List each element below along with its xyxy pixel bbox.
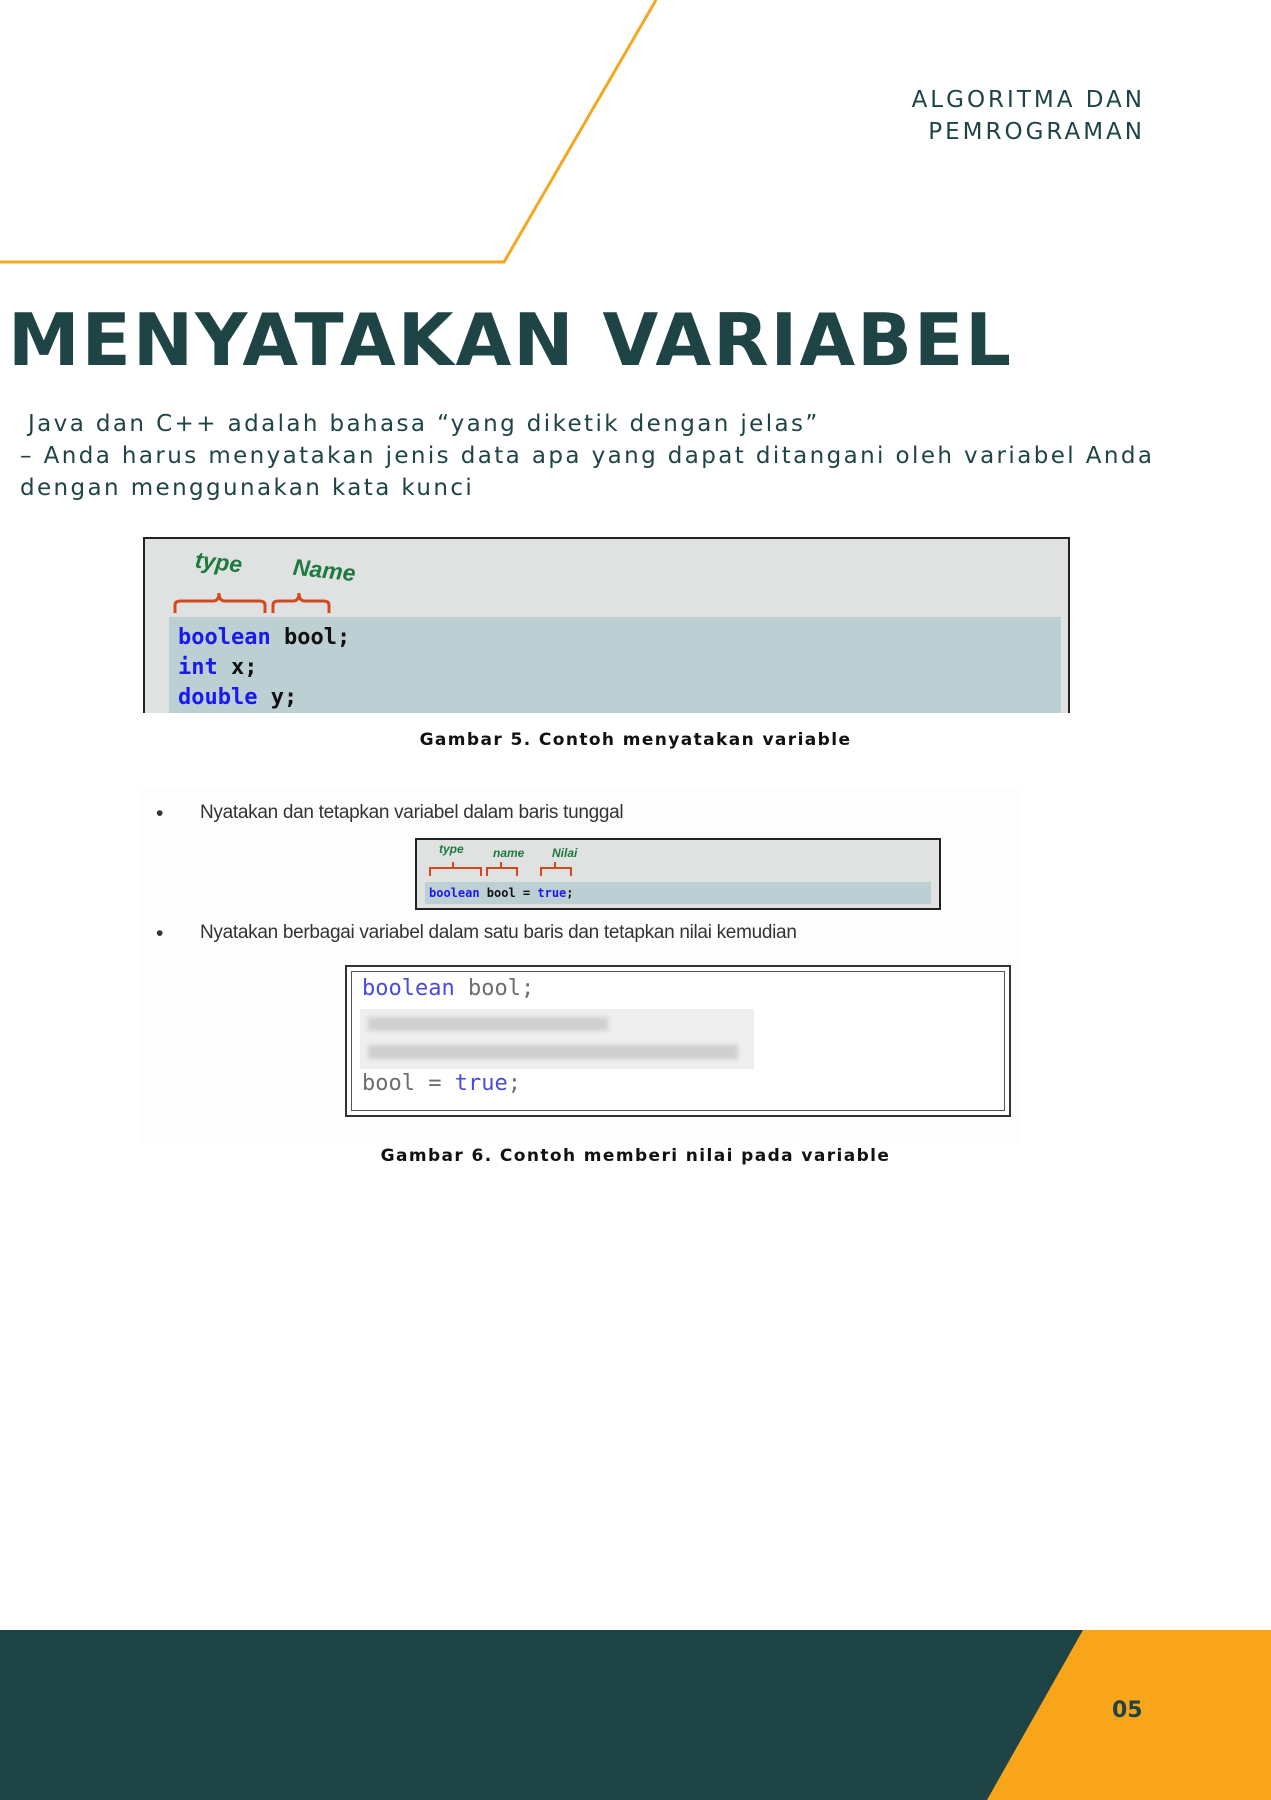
header-line-1: ALGORITMA DAN <box>911 87 1145 113</box>
code-start: bool = <box>362 1071 455 1096</box>
figure-5-caption: Gambar 5. Contoh menyatakan variable <box>419 730 852 750</box>
header-line-2: PEMROGRAMAN <box>928 119 1145 145</box>
code-rest: bool; <box>454 976 535 1001</box>
bullet-text-2: Nyatakan berbagai variabel dalam satu ba… <box>200 922 797 943</box>
code-frame-inner: boolean bool; bool = true; <box>351 971 1005 1111</box>
page-number: 05 <box>1112 1698 1143 1723</box>
code-keyword: double <box>178 685 258 710</box>
code-keyword: boolean <box>362 976 455 1001</box>
bullet-text-1: Nyatakan dan tetapkan variabel dalam bar… <box>200 802 624 823</box>
intro-line-3: dengan menggunakan kata kunci <box>20 475 475 501</box>
blurred-code-region <box>360 1009 754 1069</box>
mini-annotation-type: type <box>439 842 464 856</box>
code-keyword: int <box>178 655 218 680</box>
code-line: int x; <box>178 653 1052 683</box>
code-end: ; <box>566 886 574 900</box>
brace-annotations <box>173 592 331 613</box>
inline-declaration-diagram: type name Nilai boolean bool = true; <box>415 838 941 910</box>
figure-6-image: • Nyatakan dan tetapkan variabel dalam b… <box>140 788 1020 1144</box>
footer-band <box>0 1630 1271 1800</box>
code-middle: bool = <box>479 886 538 900</box>
bullet-icon: • <box>156 802 164 825</box>
blurred-line <box>368 1017 608 1031</box>
code-value: true <box>537 886 567 900</box>
bullet-icon: • <box>156 922 164 945</box>
code-frame: boolean bool; bool = true; <box>345 965 1011 1117</box>
mini-brace-annotations <box>429 862 572 876</box>
header-label: ALGORITMA DAN PEMROGRAMAN <box>912 84 1145 148</box>
intro-line-2: – Anda harus menyatakan jenis data apa y… <box>20 443 1155 469</box>
figure-5-image: type Name boolean bool; int x; double y; <box>143 537 1070 713</box>
code-line: boolean bool; <box>178 623 1052 653</box>
decorative-orange-line <box>0 0 658 264</box>
code-end: ; <box>507 1071 521 1096</box>
code-keyword: boolean <box>178 625 271 650</box>
code-block: boolean bool; int x; double y; <box>169 617 1061 713</box>
code-value: true <box>454 1071 508 1096</box>
code-line: boolean bool; <box>362 976 534 1001</box>
code-rest: y; <box>257 685 298 710</box>
blurred-line <box>368 1045 738 1059</box>
intro-paragraph: Java dan C++ adalah bahasa “yang diketik… <box>20 408 1250 504</box>
figure-6-caption: Gambar 6. Contoh memberi nilai pada vari… <box>380 1146 891 1166</box>
code-line: bool = true; <box>362 1071 521 1096</box>
page-title: MENYATAKAN VARIABEL <box>8 298 1014 382</box>
code-rest: x; <box>217 655 258 680</box>
annotation-type: type <box>193 546 244 578</box>
mini-code-line: boolean bool = true; <box>425 882 931 904</box>
code-keyword: boolean <box>429 886 480 900</box>
intro-line-1: Java dan C++ adalah bahasa “yang diketik… <box>28 411 820 437</box>
code-rest: bool; <box>270 625 351 650</box>
code-line: double y; <box>178 683 1052 713</box>
